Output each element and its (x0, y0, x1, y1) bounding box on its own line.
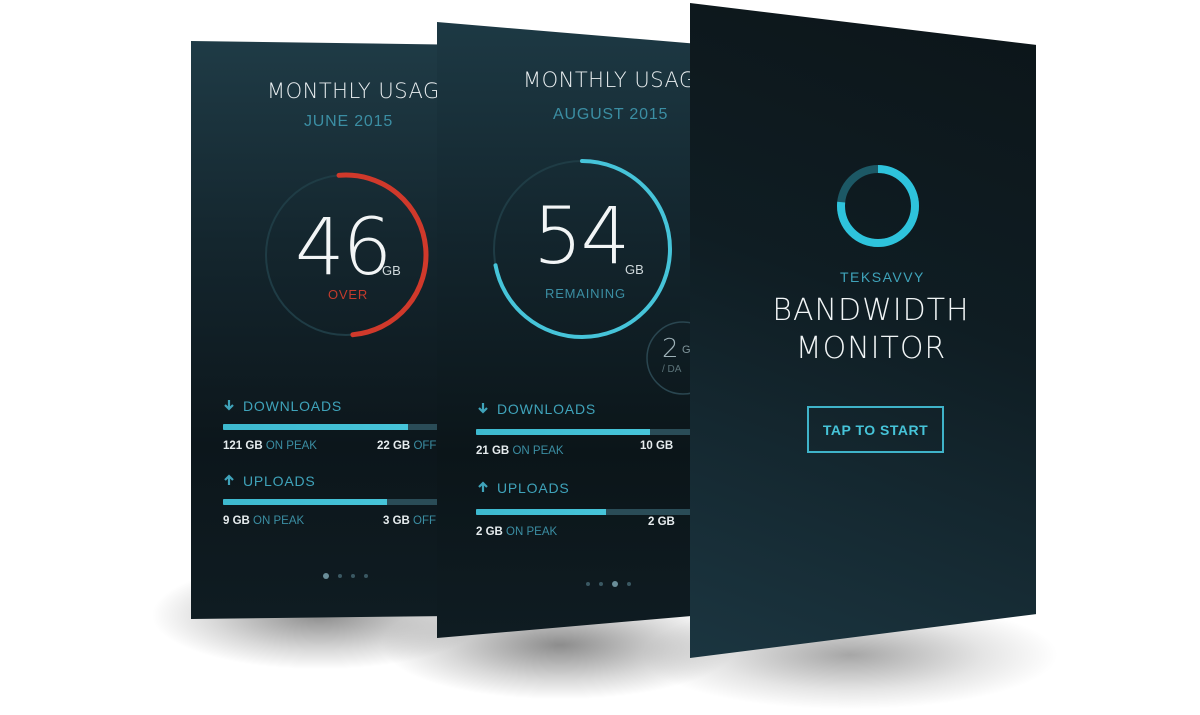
uploads-bar (476, 509, 693, 515)
daily-dial-number: 2 (662, 334, 679, 364)
page-dot[interactable] (627, 582, 631, 586)
arrow-down-icon (223, 398, 237, 414)
downloads-off-peak: 22 GB OFF (377, 440, 437, 452)
usage-state: OVER (328, 287, 369, 302)
usage-unit: GB (625, 262, 644, 277)
app-showcase: MONTHLY USAGE JUNE 2015 46 GB OVER DOWNL… (0, 0, 1200, 715)
brand-name: TEKSAVVY (840, 269, 925, 285)
start-screen: TEKSAVVY BANDWIDTH MONITOR TAP TO START (690, 3, 1036, 658)
uploads-bar (223, 499, 441, 505)
screen-title: MONTHLY USAGE (267, 79, 441, 103)
arrow-up-icon (477, 480, 491, 496)
usage-unit: GB (382, 263, 401, 278)
uploads-section-label: UPLOADS (477, 480, 570, 496)
app-title-line1: BANDWIDTH (772, 293, 970, 328)
page-indicator[interactable] (323, 573, 368, 579)
page-indicator[interactable] (586, 581, 631, 587)
usage-state: REMAINING (545, 286, 626, 301)
downloads-on-peak: 121 GB ON PEAK (223, 440, 317, 452)
page-dot[interactable] (364, 574, 368, 578)
downloads-off-peak: 10 GB (640, 440, 674, 452)
month-label: JUNE 2015 (304, 113, 394, 130)
downloads-label: DOWNLOADS (243, 398, 342, 414)
app-title: BANDWIDTH MONITOR (766, 292, 976, 368)
month-label: AUGUST 2015 (553, 106, 669, 123)
page-dot[interactable] (338, 574, 342, 578)
usage-screen-june: MONTHLY USAGE JUNE 2015 46 GB OVER DOWNL… (191, 41, 441, 619)
uploads-off-peak: 2 GB (648, 516, 675, 528)
uploads-bar-fill (223, 499, 387, 505)
downloads-on-peak: 21 GB ON PEAK (476, 445, 564, 457)
arrow-up-icon (223, 473, 237, 489)
uploads-on-peak: 2 GB ON PEAK (476, 526, 558, 538)
uploads-label: UPLOADS (497, 480, 570, 496)
page-dot[interactable] (599, 582, 603, 586)
downloads-label: DOWNLOADS (497, 401, 596, 417)
page-dot[interactable] (351, 574, 355, 578)
downloads-bar-fill (476, 429, 650, 435)
usage-number: 54 (533, 192, 630, 282)
usage-screen-august: MONTHLY USAGE AUGUST 2015 54 GB REMAININ… (437, 22, 693, 638)
usage-number: 46 (295, 203, 392, 293)
page-dot[interactable] (323, 573, 329, 579)
app-title-line2: MONITOR (795, 331, 947, 366)
downloads-section-label: DOWNLOADS (477, 401, 596, 417)
page-dot[interactable] (586, 582, 590, 586)
ring-logo-icon (837, 165, 919, 247)
daily-dial-unit: G (682, 344, 691, 356)
downloads-bar-fill (223, 424, 409, 430)
uploads-section-label: UPLOADS (223, 473, 316, 489)
uploads-on-peak: 9 GB ON PEAK (223, 515, 305, 527)
tap-to-start-button[interactable]: TAP TO START (807, 406, 944, 453)
downloads-bar (476, 429, 693, 435)
arrow-down-icon (477, 401, 491, 417)
downloads-section-label: DOWNLOADS (223, 398, 342, 414)
uploads-label: UPLOADS (243, 473, 316, 489)
downloads-bar (223, 424, 441, 430)
uploads-off-peak: 3 GB OFF (383, 515, 437, 527)
page-dot[interactable] (612, 581, 618, 587)
daily-dial-label: / DA (662, 364, 682, 375)
uploads-bar-fill (476, 509, 607, 515)
screen-title: MONTHLY USAGE (523, 68, 693, 92)
